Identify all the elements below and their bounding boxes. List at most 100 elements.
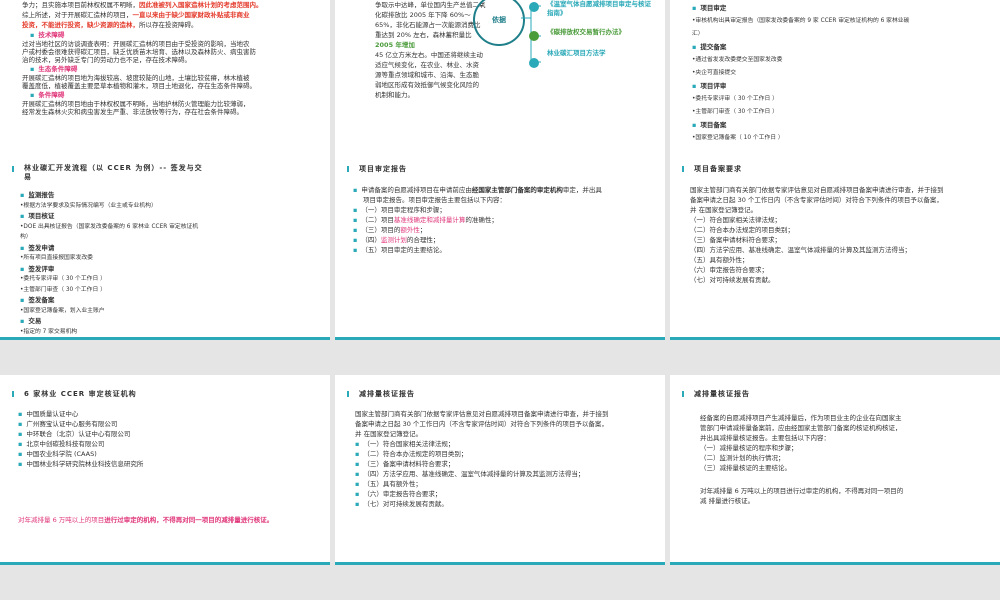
list-item: ▪ （一）符合国家相关法律法规； [355,440,455,448]
tree-icon [529,58,539,68]
bullet-icon: ▪ [355,450,360,458]
section-heading: ▪ 项目审定 [692,4,727,12]
text-line: 管部门申请减排量备案前，应由经国家主管部门备案的核证机构核证， [700,424,902,432]
list-item: 汇） [692,31,704,37]
text-line: ▪ （四）监测计划的合理性； [353,236,440,244]
text-line: 并 在国家登记簿登记。 [355,430,423,438]
section-heading: ▪ 签发申请 [20,243,55,252]
bullet-icon: ▪ [30,65,35,73]
slide-6[interactable]: 项目备案要求 国家主管部门商有关部门依据专家评估意见对自愿减排项目备案申请进行审… [670,150,1000,340]
list-item: ▪ 广州赛宝认证中心服务有限公司 [18,420,118,428]
text-line: ▪ （三）项目的额外性； [353,226,427,234]
section-heading: ▪ 项目备案 [692,121,727,129]
text-line: 65%，非化石能源占一次能源消费比 [375,21,481,29]
slide-1-body: 争力；且实施本项目前林权权属不明晰，因此准被列入国家造林计划的考虑范围内。 综上… [22,0,263,116]
hub-label: 依据 [492,16,506,24]
slide-title: 项目审定报告 [347,165,407,173]
slide-9-body: 经备案的自愿减排项目产生减排量后，作为项目业主的企业在向国家主 管部门申请减排量备… [700,413,903,506]
bullet-icon: ▪ [18,450,23,458]
bullet-icon: ▪ [355,460,360,468]
section-heading: ▪ 签发备案 [20,296,55,304]
bullet-icon: ▪ [355,470,360,478]
bullet-icon: ▪ [18,420,23,428]
text-line: （一）减排量核证的程序和步骤； [700,444,798,452]
bullet-icon: ▪ [20,243,25,252]
list-item: ▪ 中国农业科学院 (CAAS) [18,450,97,458]
list-item: ▪ 中国质量认证中心 [18,410,79,418]
bullet-icon: ▪ [20,264,25,273]
list-item: ▪ 中环联合（北京）认证中心有限公司 [18,430,131,438]
bullet-icon: ▪ [355,480,360,488]
text-line: 化碳排放比 2005 年下降 60%～ [375,11,471,19]
basis-item: 《碳排放权交易暂行办法》 [547,28,625,36]
text-line: ▪ 申请备案的自愿减排项目在申请前应由经国家主管部门备案的审定机构审定，并出具 [353,186,602,194]
text-line: 综上所述，对于开展碳汇造林的项目，一直以来由于缺少国家财政补贴或非商业 [22,11,250,19]
text-line: 争力；且实施本项目前林权权属不明晰，因此准被列入国家造林计划的考虑范围内。 [22,1,263,9]
text-line: 重达到 20% 左右，森林蓄积量比 [375,31,472,39]
bullet-icon: ▪ [20,191,25,199]
basis-item: 林业碳汇项目方法学 [547,49,606,57]
list-item: •DOE 出具核证报告（国家发改委备案的 6 家林业 CCER 审定核证机 [20,223,199,230]
bullet-icon: ▪ [355,490,360,498]
list-item: •审核机构出具审定报告（国家发改委备案的 9 家 CCER 审定核证机构的 6 … [692,18,910,24]
list-item: •委托专家评审（ 30 个工作日 ） [692,96,778,102]
text-line: ▪ （一）项目审定程序和步骤； [353,206,446,214]
slide-bottom-bar [335,562,665,565]
list-item: ▪ （五）具有额外性； [355,480,422,488]
list-item: •央企可直接提交 [692,70,736,76]
slide-5[interactable]: 项目审定报告 ▪ 申请备案的自愿减排项目在申请前应由经国家主管部门备案的审定机构审… [335,150,665,340]
list-item: ▪ （七）对可持续发展有贡献。 [355,500,448,508]
slide-bottom-bar [670,337,1000,340]
slide-4-list: ▪ 监测报告 •根据方法学要求及实际情况编写（业主或专业机构） ▪ 项目核证 •DOE 出… [20,190,198,337]
text-line: 户或村委会很难获得碳汇项目，缺乏优质苗木培育、选林以及森林防火、病虫害防 [22,48,256,56]
section-heading: ▪ 生态条件障碍 [30,65,78,73]
slide-2-left-text: 争取示中达峰，单位国内生产总值二氧 化碳排放比 2005 年下降 60%～ 65… [375,0,486,100]
slide-bottom-bar [670,562,1000,565]
text-line: ▪ （二）项目基准线确定和减排量计算的准确性； [353,216,498,224]
list-item: ▪ （二）符合本办法规定的项目类别； [355,450,468,458]
list-item: （一）符合国家相关法律法规； [690,216,781,224]
text-line: 国家主管部门商有关部门依据专家评估意见对自愿减排项目备案申请进行审查，并于接到 [690,186,944,194]
slide-bottom-bar [335,337,665,340]
bullet-icon: ▪ [692,4,697,12]
bullet-icon: ▪ [30,31,35,39]
text-line: 备案申请之日起 30 个工作日内（不含专家评估时间）对符合下列条件的项目予以备案… [690,196,943,204]
text-line: 机制和能力。 [375,91,414,99]
text-line: 源等重点领域和城市、沿海、生态脆 [375,71,479,79]
bullet-icon: ▪ [692,43,697,51]
slide-5-body: ▪ 申请备案的自愿减排项目在申请前应由经国家主管部门备案的审定机构审定，并出具 项… [353,185,602,255]
list-item: •指定的 7 家交易机构 [20,328,78,335]
slide-bottom-bar [0,562,330,565]
slide-7[interactable]: 6 家林业 CCER 审定核证机构 ▪ 中国质量认证中心 ▪ 广州赛宝认证中心服务有限… [0,375,330,565]
text-line: 开展碳汇造林的项目地为海拔较高、坡度较陡的山地，土壤比较贫瘠，林木植被 [22,74,250,82]
text-line: 争取示中达峰，单位国内生产总值二氧 [375,1,486,9]
list-item: •国家登记簿备案（ 10 个工作日 ） [692,135,784,141]
slide-4[interactable]: 林业碳汇开发流程（以 CCER 为例）-- 签发与交易 ▪ 监测报告 •根据方法学要… [0,150,330,340]
list-item: ▪ （四）方法学应用、基准线确定、温室气体减排量的计算及其监测方法得当； [355,470,585,478]
slide-title: 减排量核证报告 [682,390,750,398]
slide-title: 林业碳汇开发流程（以 CCER 为例）-- 签发与交易 [12,164,203,181]
leaf-icon [529,31,539,41]
text-line: 减 排量进行核证。 [700,497,755,505]
text-line: 适应气候变化，在农业、林业、水资 [375,61,479,69]
slide-title: 减排量核证报告 [347,390,415,398]
bullet-icon: ▪ [692,121,697,129]
text-line: 并出具减排量核证报告。主要包括以下内容： [700,434,830,442]
text-line: 2005 年增加 [375,41,415,49]
slide-title: 6 家林业 CCER 审定核证机构 [12,390,137,398]
slide-9[interactable]: 减排量核证报告 经备案的自愿减排项目产生减排量后，作为项目业主的企业在向国家主管… [670,375,1000,565]
section-heading: ▪ 项目核证 [20,212,55,220]
text-line: 对年减排量 6 万吨以上的项目进行过审定的机构，不得再对同一项目的 [700,487,904,495]
text-line: 备案申请之日起 30 个工作日内（不含专家评估时间）对符合下列条件的项目予以备案… [355,420,608,428]
list-item: •通过省发发改委提交至国家发改委 [692,57,783,63]
list-item: •根据方法学要求及实际情况编写（业主或专业机构） [20,202,157,209]
list-item: （二）符合本办法规定的项目类别； [690,226,794,234]
section-heading: ▪ 提交备案 [692,43,727,51]
bullet-icon: ▪ [30,91,35,99]
section-heading: ▪ 监测报告 [20,191,55,199]
slide-8[interactable]: 减排量核证报告 国家主管部门商有关部门依据专家评估意见对自愿减排项目备案申请进行… [335,375,665,565]
slide-7-list: ▪ 中国质量认证中心 ▪ 广州赛宝认证中心服务有限公司 ▪ 中环联合（北京）认证中心有限公… [18,409,143,469]
slide-7-note: 对年减排量 6 万吨以上的项目进行过审定的机构，不得再对同一项目的减排量进行核证… [18,516,274,524]
bullet-icon: ▪ [355,440,360,448]
text-line: 国家主管部门商有关部门依据专家评估意见对自愿减排项目备案申请进行审查，并于接到 [355,410,609,418]
